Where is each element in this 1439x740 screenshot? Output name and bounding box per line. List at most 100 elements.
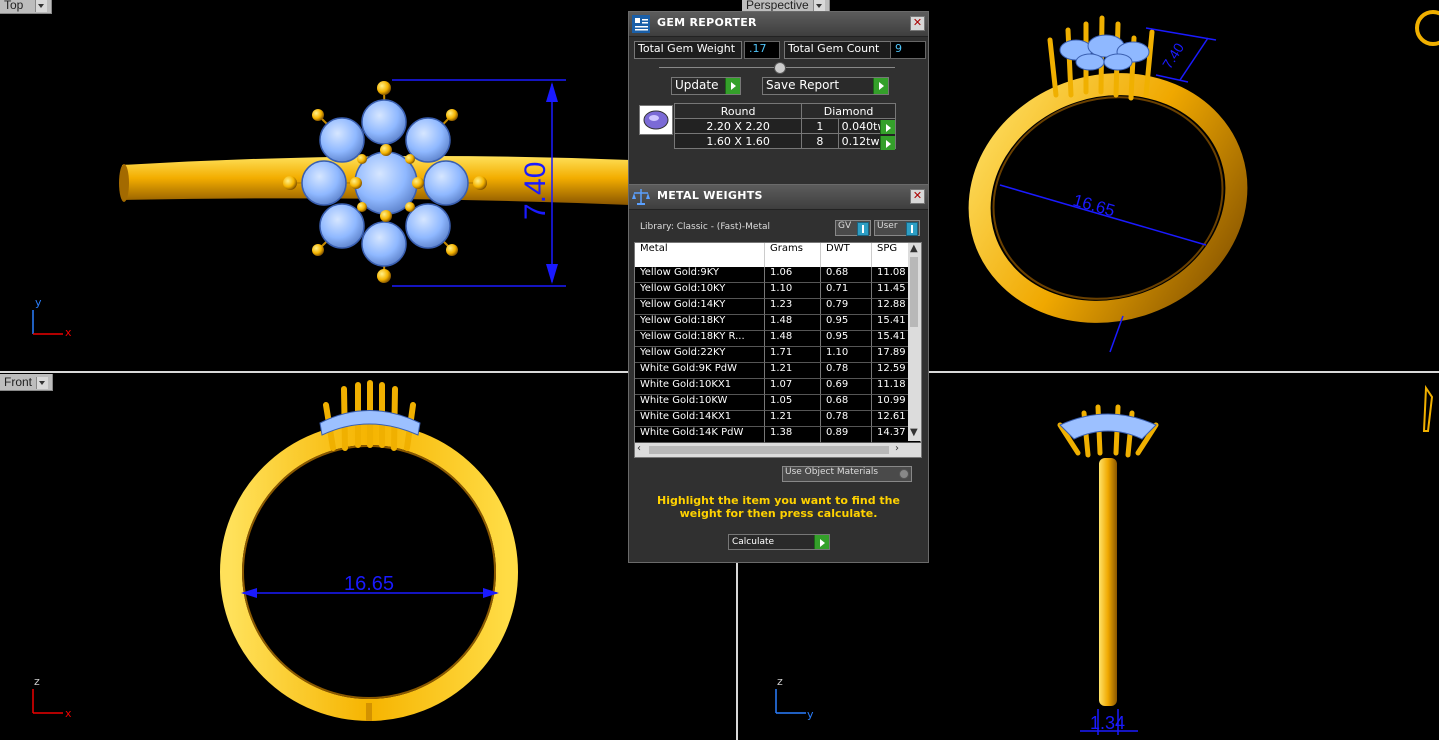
viewport-front-label[interactable]: Front (0, 374, 54, 391)
grams-cell: 1.10 (765, 283, 821, 299)
play-arrow-icon (873, 78, 888, 94)
metal-weights-grid[interactable]: Metal Grams DWT SPG Yellow Gold:9KY 1.06 0… (634, 242, 922, 458)
table-row[interactable]: Yellow Gold:18KY 1.48 0.95 15.41 (635, 315, 921, 331)
front-axis-x: x (65, 707, 72, 720)
column-header-dwt[interactable]: DWT (821, 243, 872, 267)
gem-count: 8 (801, 133, 839, 149)
table-row[interactable]: White Gold:14K PdW 1.38 0.89 14.37 (635, 427, 921, 443)
dwt-cell: 0.95 (821, 315, 872, 331)
scroll-thumb[interactable] (649, 446, 889, 454)
metal-name-cell: Yellow Gold:9KY (635, 267, 765, 283)
metal-name-cell: Yellow Gold:22KY (635, 347, 765, 363)
gem-count: 1 (801, 118, 839, 134)
gem-reporter-close-button[interactable]: ✕ (910, 16, 925, 31)
play-arrow-icon (725, 78, 740, 94)
calculate-button[interactable]: Calculate (728, 534, 830, 550)
front-axis-z: z (34, 675, 40, 688)
ring-front-view: 16.65 z x (32, 380, 518, 721)
metal-name-cell: White Gold:9K PdW (635, 363, 765, 379)
metal-weights-titlebar[interactable]: METAL WEIGHTS ✕ (629, 185, 928, 210)
gem-reporter-title: GEM REPORTER (657, 16, 757, 29)
total-gem-weight-value: .17 (744, 41, 780, 59)
table-row[interactable]: Yellow Gold:10KY 1.10 0.71 11.45 (635, 283, 921, 299)
vertical-scrollbar[interactable]: ▲ ▼ (908, 243, 921, 441)
top-axis-y: y (35, 296, 42, 309)
table-row[interactable]: Yellow Gold:14KY 1.23 0.79 12.88 (635, 299, 921, 315)
table-row[interactable]: White Gold:14KX1 1.21 0.78 12.61 (635, 411, 921, 427)
grams-cell: 1.48 (765, 315, 821, 331)
calculate-button-label: Calculate (732, 537, 775, 547)
gem-report-icon (632, 15, 650, 33)
update-button[interactable]: Update (671, 77, 741, 95)
gem-table: Round Diamond 2.20 X 2.20 1 0.040tw 1.60… (673, 103, 897, 149)
total-gem-weight-label: Total Gem Weight (634, 41, 742, 59)
gem-size: 1.60 X 1.60 (673, 133, 803, 149)
scroll-down-icon[interactable]: ▼ (910, 427, 918, 438)
metal-name-cell: White Gold:14K PdW (635, 427, 765, 443)
metal-weights-close-button[interactable]: ✕ (910, 189, 925, 204)
column-header-metal[interactable]: Metal (635, 243, 765, 267)
viewport-top-label[interactable]: Top (0, 0, 53, 14)
scroll-left-icon[interactable]: ‹ (637, 443, 641, 454)
chevron-down-icon[interactable] (36, 376, 49, 389)
gem-reporter-panel: GEM REPORTER ✕ Total Gem Weight .17 Tota… (628, 11, 929, 186)
front-dimension-text: 16.65 (344, 573, 394, 595)
table-row[interactable]: Yellow Gold:22KY 1.71 1.10 17.89 (635, 347, 921, 363)
dwt-cell: 0.68 (821, 395, 872, 411)
grams-cell: 1.21 (765, 411, 821, 427)
table-row[interactable]: 1.60 X 1.60 8 0.12tw (673, 133, 897, 149)
table-row[interactable]: Yellow Gold:9KY 1.06 0.68 11.08 (635, 267, 921, 283)
perspective-dimension-small: 7.40 (1159, 40, 1187, 72)
viewport-top[interactable]: 7.40 y x Top (0, 0, 736, 371)
gem-size: 2.20 X 2.20 (673, 118, 803, 134)
gv-toggle[interactable]: GV (835, 220, 871, 236)
dwt-cell: 0.68 (821, 267, 872, 283)
grams-cell: 1.06 (765, 267, 821, 283)
horizontal-scrollbar[interactable]: ‹ › (635, 443, 921, 457)
metal-weights-panel: METAL WEIGHTS ✕ Library: Classic - (Fast… (628, 184, 929, 563)
table-row[interactable]: 2.20 X 2.20 1 0.040tw (673, 118, 897, 134)
viewport-top-label-text: Top (4, 0, 24, 12)
top-axis-x: x (65, 326, 72, 339)
dwt-cell: 0.71 (821, 283, 872, 299)
metal-weights-title: METAL WEIGHTS (657, 189, 763, 202)
dwt-cell: 0.69 (821, 379, 872, 395)
total-gem-count-label: Total Gem Count (784, 41, 891, 59)
dwt-cell: 0.89 (821, 427, 872, 443)
user-toggle[interactable]: User (874, 220, 920, 236)
chevron-down-icon[interactable] (35, 0, 48, 12)
gem-reporter-titlebar[interactable]: GEM REPORTER ✕ (629, 12, 928, 37)
gem-cut-header: Round (673, 103, 803, 119)
right-axis-z: z (777, 675, 783, 688)
save-report-button[interactable]: Save Report (762, 77, 889, 95)
table-row[interactable]: White Gold:10KW 1.05 0.68 10.99 (635, 395, 921, 411)
dwt-cell: 0.78 (821, 363, 872, 379)
metal-grid-header: Metal Grams DWT SPG (635, 243, 921, 267)
play-arrow-icon (880, 136, 895, 150)
library-label: Library: Classic - (Fast)-Metal (640, 222, 771, 232)
right-axis-y: y (807, 708, 814, 721)
ring-top-view: 7.40 y x (32, 79, 630, 339)
viewport-front[interactable]: 16.65 z x Front (0, 373, 736, 740)
dwt-cell: 0.79 (821, 299, 872, 315)
column-header-spg[interactable]: SPG (872, 243, 912, 267)
update-button-label: Update (675, 78, 719, 92)
table-row[interactable]: White Gold:9K PdW 1.21 0.78 12.59 (635, 363, 921, 379)
toggle-switch-icon (906, 222, 918, 236)
scroll-right-icon[interactable]: › (895, 443, 899, 454)
round-gem-icon (639, 105, 673, 135)
dwt-cell: 0.78 (821, 411, 872, 427)
grams-cell: 1.21 (765, 363, 821, 379)
table-row[interactable]: Yellow Gold:18KY R... 1.48 0.95 15.41 (635, 331, 921, 347)
metal-name-cell: White Gold:14KX1 (635, 411, 765, 427)
table-row[interactable]: White Gold:10KX1 1.07 0.69 11.18 (635, 379, 921, 395)
scroll-thumb[interactable] (910, 257, 918, 327)
play-arrow-icon (814, 535, 829, 549)
scroll-up-icon[interactable]: ▲ (910, 243, 918, 254)
grams-cell: 1.05 (765, 395, 821, 411)
use-object-materials-toggle[interactable]: Use Object Materials (782, 466, 912, 482)
grams-cell: 1.48 (765, 331, 821, 347)
collapse-handle-icon[interactable] (774, 62, 786, 74)
column-header-grams[interactable]: Grams (765, 243, 821, 267)
grams-cell: 1.07 (765, 379, 821, 395)
